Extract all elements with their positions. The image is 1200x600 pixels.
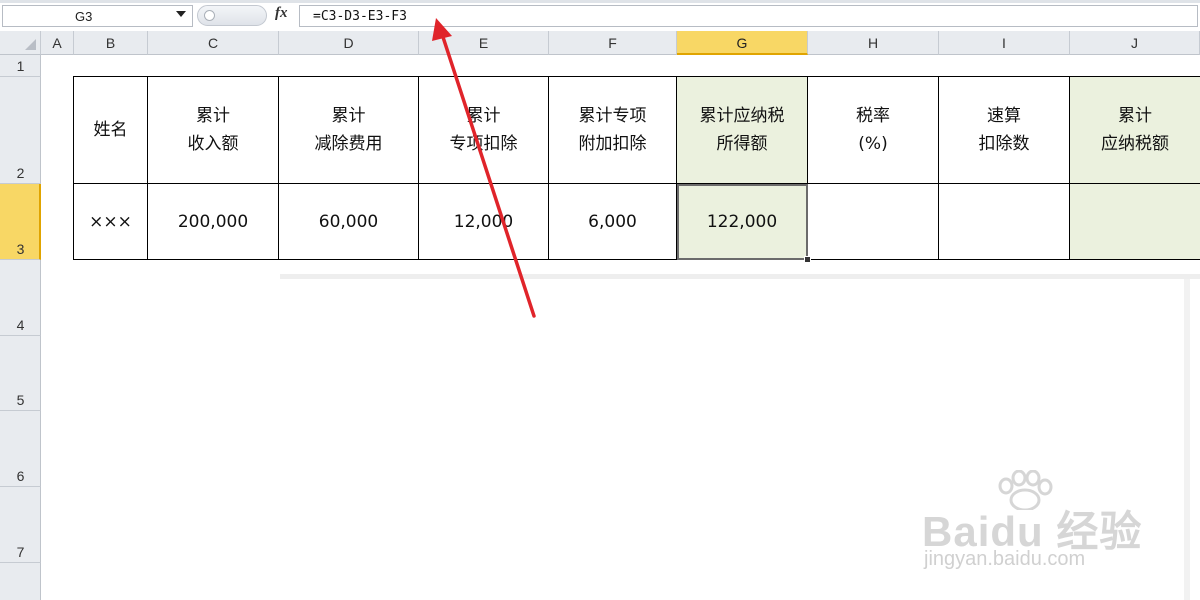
baidu-jingyan-watermark: Baidu 经验 jingyan.baidu.com bbox=[918, 470, 1178, 580]
arrow-shaft bbox=[440, 32, 536, 318]
watermark-site: jingyan.baidu.com bbox=[924, 548, 1086, 570]
arrow-head bbox=[432, 18, 452, 41]
